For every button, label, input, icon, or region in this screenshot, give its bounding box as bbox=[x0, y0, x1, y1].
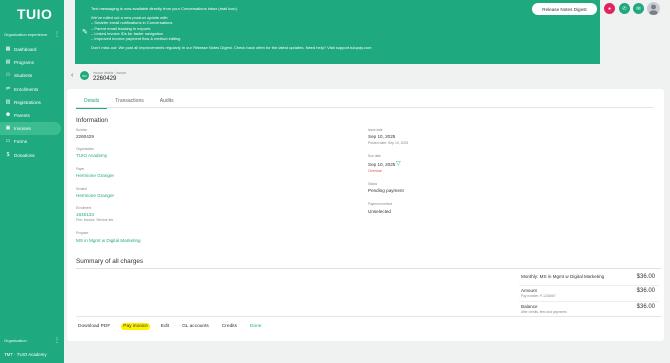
credits-button[interactable]: Credits bbox=[220, 323, 239, 330]
due-date-value: Sep 10, 2025 bbox=[368, 162, 396, 167]
download-pdf-button[interactable]: Download PDF bbox=[76, 323, 112, 330]
charge-sub: After credits, fees and payments bbox=[521, 310, 567, 314]
sidebar-nav: ▦ Dashboard ▤ Programs ⚇ Students ⇌ Enrollme… bbox=[0, 43, 64, 162]
sidebar-item-label: Donations bbox=[14, 152, 35, 158]
charge-sub: Pay number: P-1234567 bbox=[521, 294, 556, 298]
sidebar-item-programs[interactable]: ▤ Programs bbox=[0, 56, 64, 69]
sidebar-item-label: Students bbox=[14, 73, 33, 79]
sidebar-item-students[interactable]: ⚇ Students bbox=[0, 69, 64, 82]
charge-amount: $36.00 bbox=[636, 288, 655, 294]
overdue-status: Overdue bbox=[368, 169, 382, 173]
sidebar-item-invoices[interactable]: ▣ Invoices bbox=[0, 122, 61, 136]
sidebar-item-parents[interactable]: ⚉ Parents bbox=[0, 109, 64, 122]
sidebar-item-forms[interactable]: ▭ Forms bbox=[0, 135, 64, 148]
divider bbox=[76, 316, 661, 317]
sidebar-item-label: Programs bbox=[14, 60, 34, 66]
charge-row: Amount Pay number: P-1234567 $36.00 bbox=[519, 286, 659, 302]
grid-icon: ▦ bbox=[5, 46, 11, 53]
charge-name: Amount bbox=[521, 288, 537, 293]
field-label: Student bbox=[76, 187, 87, 191]
invoice-icon: ▣ bbox=[5, 125, 11, 132]
student-link[interactable]: Hermione Granger bbox=[76, 193, 114, 198]
field-label: Organization bbox=[76, 147, 95, 151]
banner-footer[interactable]: Don't miss out: We post all improvements… bbox=[91, 45, 371, 50]
org-label: Organization bbox=[4, 338, 27, 343]
charge-row: Monthly: MS in Mgmt w Digital Marketing … bbox=[519, 272, 659, 286]
payment-method-value: Unselected bbox=[368, 209, 391, 214]
field-label: Enrollment bbox=[76, 206, 92, 210]
parents-icon: ⚉ bbox=[5, 112, 11, 119]
record-icon[interactable]: ● bbox=[604, 3, 615, 14]
page-title: 2260429 bbox=[93, 76, 117, 82]
org-experience-row[interactable]: Organization experience ⋮ bbox=[4, 32, 60, 38]
divider bbox=[76, 107, 654, 108]
section-title-summary: Summary of all charges bbox=[76, 258, 144, 265]
charge-amount: $36.00 bbox=[636, 274, 655, 280]
sidebar-item-label: Forms bbox=[14, 139, 28, 145]
enrollment-fee-note: Fee: Invoice, Service fee bbox=[76, 218, 114, 222]
sidebar-item-registrations[interactable]: ▥ Registrations bbox=[0, 96, 64, 109]
field-label: Payer bbox=[76, 167, 85, 171]
calendar-icon: ▤ bbox=[5, 59, 11, 66]
posted-date-note: Posted date: Sep 10, 2025 bbox=[368, 141, 409, 145]
issue-date-value: Sep 10, 2025 bbox=[368, 134, 396, 139]
megaphone-icon: ✎ bbox=[82, 29, 88, 36]
field-label: Number bbox=[76, 128, 88, 132]
sidebar-item-label: Registrations bbox=[14, 99, 41, 105]
field-label: Status bbox=[368, 182, 378, 186]
charge-amount: $36.00 bbox=[636, 304, 655, 310]
field-label: Payment method bbox=[368, 202, 393, 206]
sidebar: TUIO Organization experience ⋮ ▦ Dashboar… bbox=[0, 0, 64, 363]
program-link[interactable]: MS in Mgmt w Digital Marketing bbox=[76, 238, 141, 243]
mail-icon[interactable]: ✉ bbox=[633, 3, 644, 14]
filter-icon[interactable]: ▽ bbox=[396, 160, 401, 167]
sidebar-item-label: Dashboard bbox=[14, 47, 37, 53]
enrollment-link[interactable]: 1845133 bbox=[76, 212, 94, 217]
charges-list: Monthly: MS in Mgmt w Digital Marketing … bbox=[519, 272, 659, 318]
invoice-card: Details Transactions Audits Information … bbox=[67, 89, 664, 341]
pay-invoice-button[interactable]: Pay invoice bbox=[121, 323, 150, 330]
invoice-badge-icon: INV bbox=[80, 71, 89, 80]
breadcrumb: Invoice details · Invoice bbox=[93, 71, 127, 75]
more-vertical-icon[interactable]: ⋮ bbox=[54, 32, 60, 38]
students-icon: ⚇ bbox=[5, 72, 11, 79]
payer-link[interactable]: Hermione Granger bbox=[76, 173, 114, 178]
field-label: Due date bbox=[368, 154, 381, 158]
current-org-name: TMT · TUIO Academy bbox=[4, 352, 47, 357]
registrations-icon: ▥ bbox=[5, 98, 11, 105]
sidebar-item-label: Enrollments bbox=[14, 86, 39, 92]
enrollments-icon: ⇌ bbox=[5, 85, 11, 92]
sidebar-item-donations[interactable]: $ Donations bbox=[0, 149, 64, 162]
status-value: Pending payment bbox=[368, 188, 404, 193]
app-logo[interactable]: TUIO bbox=[17, 6, 52, 22]
field-label: Issue date bbox=[368, 128, 383, 132]
sidebar-item-label: Parents bbox=[14, 113, 30, 119]
back-icon[interactable]: ‹ bbox=[71, 72, 73, 79]
sidebar-item-label: Invoices bbox=[14, 126, 31, 132]
edit-button[interactable]: Edit bbox=[159, 323, 171, 330]
org-switcher-row[interactable]: Organization ⋮ bbox=[4, 338, 60, 344]
chat-icon[interactable]: ✆ bbox=[619, 3, 630, 14]
charge-name: Balance bbox=[521, 304, 538, 309]
more-vertical-icon[interactable]: ⋮ bbox=[54, 338, 60, 344]
avatar[interactable] bbox=[647, 2, 660, 15]
action-bar: Download PDF Pay invoice Edit GL account… bbox=[76, 323, 273, 330]
field-label: Program bbox=[76, 231, 89, 235]
sidebar-item-enrollments[interactable]: ⇌ Enrollments bbox=[0, 83, 64, 96]
org-experience-label: Organization experience bbox=[4, 32, 48, 37]
organization-link[interactable]: TUIO Academy bbox=[76, 153, 107, 158]
announcement-banner: ✎ Text messaging is now available direct… bbox=[75, 0, 600, 64]
release-notes-button[interactable]: Release Notes Digest bbox=[532, 3, 597, 15]
banner-text: Text messaging is now available directly… bbox=[91, 6, 371, 50]
dollar-icon: $ bbox=[6, 151, 10, 158]
done-button[interactable]: Done bbox=[248, 323, 263, 330]
sidebar-item-dashboard[interactable]: ▦ Dashboard bbox=[0, 43, 64, 56]
invoice-number-value: 2260429 bbox=[76, 134, 94, 139]
forms-icon: ▭ bbox=[5, 138, 11, 145]
section-title-information: Information bbox=[76, 117, 108, 124]
gl-accounts-button[interactable]: GL accounts bbox=[180, 323, 211, 330]
charge-name: Monthly: MS in Mgmt w Digital Marketing bbox=[521, 274, 605, 279]
divider bbox=[76, 268, 661, 269]
